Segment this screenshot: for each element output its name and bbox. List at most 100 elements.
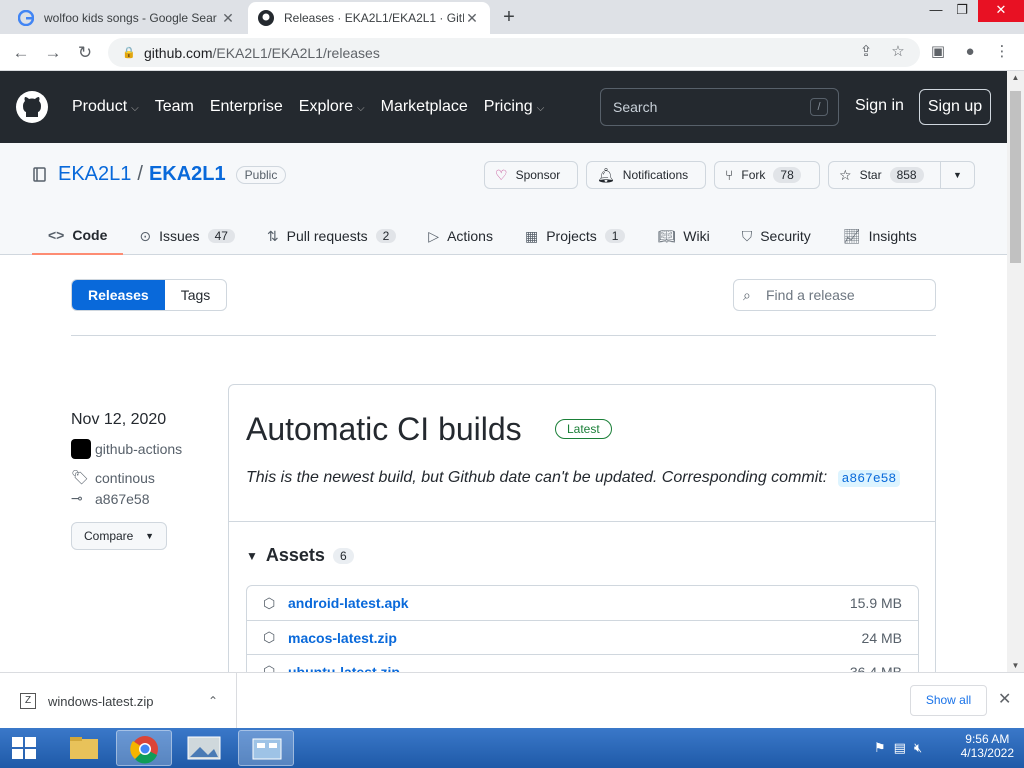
reload-icon[interactable]: ↻ bbox=[72, 40, 98, 66]
releases-tab[interactable]: Releases bbox=[72, 280, 165, 310]
compare-button[interactable]: Compare ▼ bbox=[71, 522, 167, 550]
clock-date: 4/13/2022 bbox=[960, 746, 1014, 760]
bookmark-star-icon[interactable]: ☆ bbox=[888, 42, 908, 62]
download-item[interactable]: Z windows-latest.zip ⌃ bbox=[0, 673, 237, 729]
scrollbar-thumb[interactable] bbox=[1010, 91, 1021, 263]
star-button[interactable]: ☆ Star 858 ▼ bbox=[828, 161, 975, 189]
sponsor-button[interactable]: ♡ Sponsor bbox=[484, 161, 578, 189]
repo-title: EKA2L1 / EKA2L1 Public bbox=[32, 163, 287, 186]
list-item: ⬡ macos-latest.zip 24 MB bbox=[247, 620, 918, 654]
close-tab-icon[interactable]: ✕ bbox=[464, 10, 480, 27]
release-author[interactable]: github-actions bbox=[71, 439, 182, 459]
github-logo-icon[interactable] bbox=[16, 91, 48, 123]
nav-marketplace[interactable]: Marketplace bbox=[381, 98, 468, 116]
address-bar[interactable]: 🔒 github.com/EKA2L1/EKA2L1/releases bbox=[108, 38, 920, 67]
divider bbox=[71, 335, 936, 336]
nav-explore[interactable]: Explore ⌵ bbox=[299, 98, 365, 116]
commit-link[interactable]: a867e58 bbox=[837, 470, 901, 487]
close-tab-icon[interactable]: ✕ bbox=[220, 10, 236, 27]
close-icon[interactable]: ✕ bbox=[998, 689, 1011, 709]
nav-team[interactable]: Team bbox=[155, 98, 194, 116]
repo-owner-link[interactable]: EKA2L1 bbox=[58, 163, 131, 186]
chevron-down-icon: ⌵ bbox=[536, 103, 545, 114]
tab-count: 2 bbox=[375, 229, 397, 243]
photo-viewer-icon[interactable] bbox=[176, 730, 232, 766]
chevron-up-icon[interactable]: ⌃ bbox=[208, 694, 218, 708]
tab-code[interactable]: <> Code bbox=[32, 217, 124, 255]
search-shortcut-key: / bbox=[810, 98, 828, 116]
tab-label: Projects bbox=[546, 228, 597, 244]
tab-label: Code bbox=[72, 227, 108, 243]
browser-tab-google[interactable]: wolfoo kids songs - Google Sear ✕ bbox=[8, 2, 246, 34]
chrome-icon[interactable] bbox=[116, 730, 172, 766]
nav-pricing[interactable]: Pricing ⌵ bbox=[484, 98, 545, 116]
network-icon[interactable]: ▤ bbox=[894, 740, 906, 756]
play-icon: ▷ bbox=[428, 227, 440, 244]
nav-product[interactable]: Product ⌵ bbox=[72, 98, 139, 116]
shield-icon: ⛉ bbox=[741, 227, 753, 244]
asset-link[interactable]: macos-latest.zip bbox=[288, 630, 862, 646]
tab-issues[interactable]: ⊙ Issues 47 bbox=[123, 217, 251, 255]
graph-icon: 📈︎ bbox=[842, 227, 861, 244]
star-dropdown-chevron-icon[interactable]: ▼ bbox=[940, 162, 974, 188]
flag-icon[interactable]: ⚑ bbox=[874, 740, 886, 756]
package-icon: ⬡ bbox=[263, 594, 276, 611]
file-explorer-icon[interactable] bbox=[56, 730, 112, 766]
forward-icon[interactable]: → bbox=[40, 40, 66, 66]
latest-badge: Latest bbox=[555, 419, 612, 439]
tab-pull-requests[interactable]: ⇅ Pull requests 2 bbox=[251, 217, 412, 255]
repo-name-link[interactable]: EKA2L1 bbox=[149, 163, 226, 186]
fork-button[interactable]: ⑂ Fork 78 bbox=[714, 161, 820, 189]
search-input[interactable]: Search / bbox=[600, 88, 839, 126]
release-title[interactable]: Automatic CI builds bbox=[246, 411, 522, 448]
google-icon bbox=[18, 10, 34, 26]
asset-size: 24 MB bbox=[861, 629, 902, 646]
scroll-down-icon[interactable]: ▼ bbox=[1007, 661, 1024, 670]
tab-label: Security bbox=[760, 228, 811, 244]
sign-in-link[interactable]: Sign in bbox=[855, 97, 904, 115]
release-card: Automatic CI builds Latest This is the n… bbox=[228, 384, 936, 689]
side-panel-icon[interactable]: ▣ bbox=[928, 42, 948, 62]
sign-up-button[interactable]: Sign up bbox=[919, 89, 991, 125]
notifications-button[interactable]: 🔔︎ Notifications bbox=[586, 161, 706, 189]
restore-button[interactable]: ❐ bbox=[944, 0, 980, 22]
browser-toolbar: ← → ↻ 🔒 github.com/EKA2L1/EKA2L1/release… bbox=[0, 34, 1024, 71]
vertical-scrollbar[interactable]: ▲ ▼ bbox=[1007, 71, 1024, 672]
new-tab-button[interactable]: + bbox=[498, 6, 520, 28]
release-tag[interactable]: 🏷︎ continous bbox=[71, 469, 182, 486]
back-icon[interactable]: ← bbox=[8, 40, 34, 66]
find-release-input[interactable]: ⌕ Find a release bbox=[733, 279, 936, 311]
assets-toggle[interactable]: ▼ Assets 6 bbox=[246, 545, 354, 566]
windows-start-icon[interactable] bbox=[8, 734, 40, 762]
repo-tabs: <> Code ⊙ Issues 47 ⇅ Pull requests 2 ▷ … bbox=[32, 217, 933, 255]
package-icon: ⬡ bbox=[263, 629, 276, 645]
tab-label: Pull requests bbox=[286, 228, 368, 244]
release-description: This is the newest build, but Github dat… bbox=[246, 469, 901, 487]
asset-link[interactable]: android-latest.apk bbox=[288, 595, 850, 611]
book-icon: 📖︎ bbox=[657, 227, 676, 244]
code-icon: <> bbox=[48, 227, 65, 243]
menu-icon[interactable]: ⋮ bbox=[992, 42, 1012, 62]
control-panel-icon[interactable] bbox=[238, 730, 294, 766]
volume-muted-icon[interactable]: 🔇︎ bbox=[914, 740, 922, 756]
scroll-up-icon[interactable]: ▲ bbox=[1007, 73, 1024, 82]
tags-tab[interactable]: Tags bbox=[165, 280, 227, 310]
nav-enterprise[interactable]: Enterprise bbox=[210, 98, 283, 116]
tab-wiki[interactable]: 📖︎ Wiki bbox=[641, 217, 725, 255]
show-all-button[interactable]: Show all bbox=[910, 685, 987, 716]
tab-actions[interactable]: ▷ Actions bbox=[412, 217, 509, 255]
browser-tab-github[interactable]: Releases · EKA2L1/EKA2L1 · GitH ✕ bbox=[248, 2, 490, 34]
asset-size: 15.9 MB bbox=[849, 595, 902, 611]
url-path: /EKA2L1/EKA2L1/releases bbox=[212, 44, 380, 61]
tab-insights[interactable]: 📈︎ Insights bbox=[827, 217, 933, 255]
github-header: Product ⌵ Team Enterprise Explore ⌵ Market… bbox=[0, 71, 1007, 143]
release-commit[interactable]: ⊸ a867e58 bbox=[71, 490, 182, 507]
clock[interactable]: 9:56 AM 4/13/2022 bbox=[961, 732, 1014, 760]
tab-projects[interactable]: ▦ Projects 1 bbox=[509, 217, 642, 255]
window-close-button[interactable]: ✕ bbox=[978, 0, 1024, 22]
tab-security[interactable]: ⛉ Security bbox=[726, 217, 827, 255]
tag-name: continous bbox=[95, 469, 155, 486]
profile-icon[interactable]: ● bbox=[960, 42, 980, 62]
star-label: Star bbox=[859, 168, 882, 182]
share-icon[interactable]: ⇪ bbox=[856, 42, 876, 62]
